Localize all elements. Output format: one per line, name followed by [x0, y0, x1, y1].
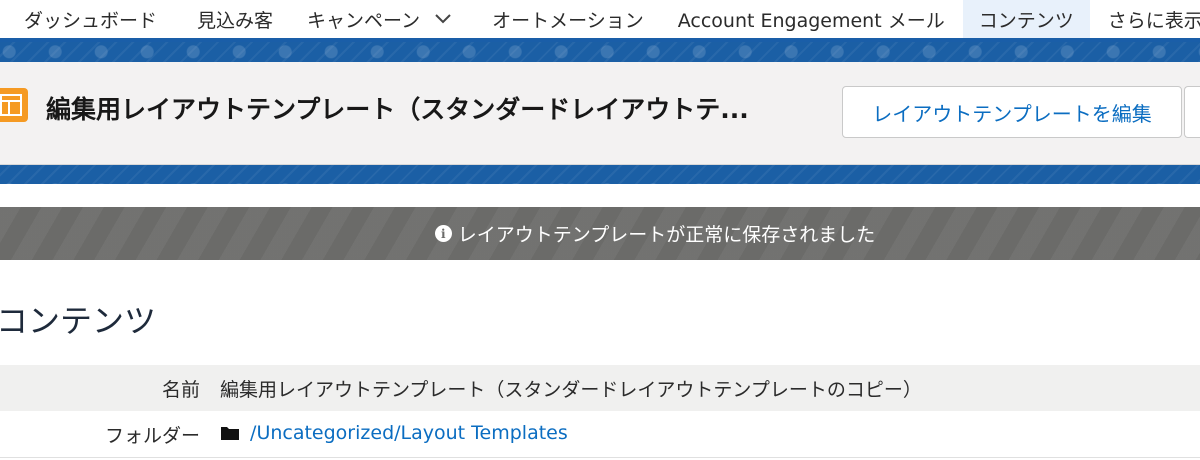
folder-icon	[220, 424, 240, 446]
nav-underline	[0, 38, 1200, 42]
detail-row-folder: フォルダー /Uncategorized/Layout Templates	[0, 411, 1200, 458]
nav-item-label: キャンペーン	[307, 9, 421, 32]
nav-item-content[interactable]: コンテンツ	[962, 0, 1090, 38]
success-toast: i レイアウトテンプレートが正常に保存されました	[0, 207, 1200, 260]
nav-item-more[interactable]: さらに表示	[1090, 0, 1200, 38]
section-title: コンテンツ	[0, 302, 157, 340]
edit-layout-template-button[interactable]: レイアウトテンプレートを編集	[842, 86, 1182, 138]
nav-item-campaigns[interactable]: キャンペーン	[291, 0, 474, 38]
nav-item-label: ダッシュボード	[24, 9, 158, 32]
nav-item-label: オートメーション	[492, 9, 644, 32]
nav-item-automations[interactable]: オートメーション	[474, 0, 662, 38]
toast-content: i レイアウトテンプレートが正常に保存されました	[434, 220, 876, 247]
nav-item-label: さらに表示	[1107, 9, 1200, 32]
detail-row-name: 名前 編集用レイアウトテンプレート（スタンダードレイアウトテンプレートのコピー）	[0, 365, 1200, 411]
folder-path-link[interactable]: /Uncategorized/Layout Templates	[250, 422, 568, 444]
chevron-down-icon[interactable]	[434, 8, 452, 30]
nav-item-engagement-email[interactable]: Account Engagement メール	[662, 0, 963, 38]
nav-item-label: 見込み客	[197, 9, 274, 32]
record-header: 編集用レイアウトテンプレート（スタンダードレイアウトテ... レイアウトテンプレ…	[0, 62, 1200, 165]
record-title: 編集用レイアウトテンプレート（スタンダードレイアウトテ...	[46, 95, 749, 124]
nav-item-label: コンテンツ	[978, 9, 1074, 32]
toast-message: レイアウトテンプレートが正常に保存されました	[457, 224, 876, 246]
nav-item-label: Account Engagement メール	[677, 9, 945, 32]
nav-item-prospects[interactable]: 見込み客	[181, 0, 291, 38]
nav-item-dashboard[interactable]: ダッシュボード	[0, 0, 181, 38]
info-icon: i	[434, 225, 452, 242]
field-label-name: 名前	[161, 378, 200, 401]
field-value-folder: /Uncategorized/Layout Templates	[220, 422, 568, 446]
field-value-name: 編集用レイアウトテンプレート（スタンダードレイアウトテンプレートのコピー）	[220, 378, 922, 401]
top-nav: ダッシュボード 見込み客 キャンペーン オートメーション Account Eng…	[0, 0, 1200, 38]
field-label-folder: フォルダー	[104, 424, 200, 447]
template-icon	[0, 88, 28, 122]
more-actions-button[interactable]	[1184, 86, 1200, 138]
